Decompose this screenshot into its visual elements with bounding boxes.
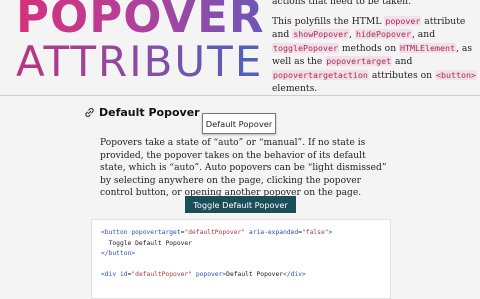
logo-title-attribute: ATTRIBUTE xyxy=(16,41,266,83)
section-description: Popovers take a state of “auto” or “manu… xyxy=(100,138,387,199)
code-token: Default Popover xyxy=(226,271,284,278)
code-popover: popover xyxy=(384,15,422,26)
code-token: popover xyxy=(192,271,223,278)
code-token: </div> xyxy=(283,271,306,278)
page-header: POPOVER ATTRIBUTE actions that need to b… xyxy=(0,0,480,95)
code-token: "false" xyxy=(301,229,329,236)
logo: POPOVER ATTRIBUTE xyxy=(16,0,266,83)
code-togglepopover: togglePopover xyxy=(272,42,339,53)
code-token: id xyxy=(119,271,128,278)
code-token: > xyxy=(328,229,333,236)
code-token: popovertarget xyxy=(131,229,181,236)
logo-title-popover: POPOVER xyxy=(16,0,266,39)
main-content: Default Popover Default Popover Popovers… xyxy=(0,96,480,299)
code-button-tag: <button> xyxy=(434,69,477,80)
code-example: <button popovertarget="defaultPopover" a… xyxy=(91,219,391,299)
code-token: <div xyxy=(101,271,120,278)
code-popovertargetaction: popovertargetaction xyxy=(272,69,369,80)
code-hidepopover: hidePopover xyxy=(355,29,412,39)
code-popovertarget: popovertarget xyxy=(325,56,393,66)
code-line-5: <div id="defaultPopover" popover>Default… xyxy=(101,270,390,281)
intro-text-part: methods on xyxy=(338,42,400,54)
code-token: aria-expanded xyxy=(245,229,299,236)
intro-text-part: This polyfills the HTML xyxy=(272,15,385,27)
code-line-2: Toggle Default Popover xyxy=(101,239,192,247)
intro-text-part: and xyxy=(392,56,413,67)
intro-text-part: , and xyxy=(411,29,436,40)
intro-paragraph: This polyfills the HTML popover attribut… xyxy=(272,15,477,96)
code-line-3: </button> xyxy=(101,250,136,257)
toggle-default-popover-button[interactable]: Toggle Default Popover xyxy=(185,196,296,213)
intro-fragment: actions that need to be taken. xyxy=(272,0,412,7)
section-heading: Default Popover xyxy=(84,106,200,119)
intro-text-part: elements. xyxy=(272,83,318,94)
code-token: "defaultPopover" xyxy=(131,271,193,278)
section-title: Default Popover xyxy=(99,106,200,119)
code-token: "defaultPopover" xyxy=(184,229,246,236)
intro-text: actions that need to be taken. This poly… xyxy=(272,0,477,102)
default-popover: Default Popover xyxy=(202,113,276,134)
code-showpopover: showPopover xyxy=(292,29,350,39)
link-icon[interactable] xyxy=(84,107,95,118)
code-token: <button xyxy=(101,229,132,236)
code-htmlelement: HTMLElement xyxy=(399,42,456,53)
code-line-1: <button popovertarget="defaultPopover" a… xyxy=(101,228,390,239)
intro-text-part: attributes on xyxy=(368,69,435,81)
